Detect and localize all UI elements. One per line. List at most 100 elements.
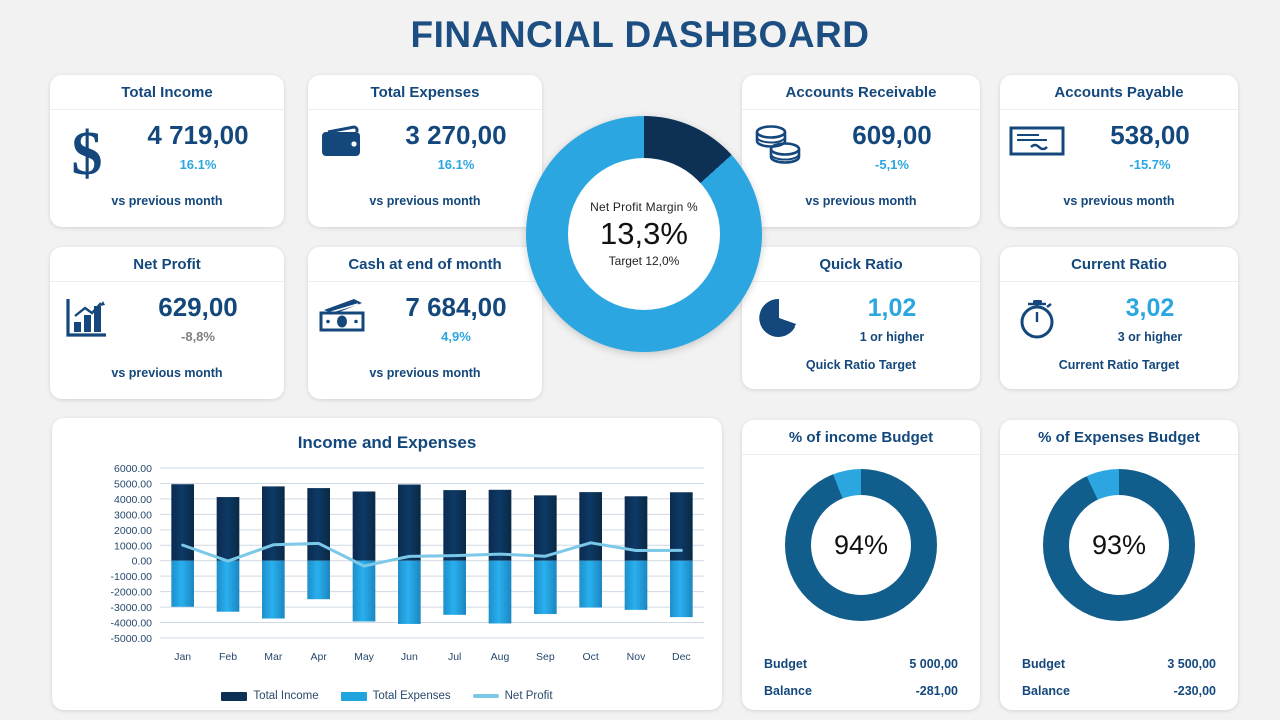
kpi-title: Net Profit	[50, 247, 284, 282]
net-profit-margin-label: Net Profit Margin %	[590, 200, 698, 215]
kpi-card-cash-at-end-of-month[interactable]: Cash at end of month 7 684,00 4,9% vs pr…	[308, 247, 542, 399]
kpi-card-current-ratio[interactable]: Current Ratio 3,02 3 or higher Current R…	[1000, 247, 1238, 389]
kpi-card-total-income[interactable]: Total Income $ 4 719,00 16.1% vs previou…	[50, 75, 284, 227]
budget-row: Budget 5 000,00	[764, 657, 958, 671]
kpi-body: 3 270,00 16.1% vs previous month	[308, 110, 542, 214]
kpi-title: Total Income	[50, 75, 284, 110]
legend-label: Total Income	[253, 690, 319, 702]
bar-chart-arrow-icon	[50, 290, 124, 338]
kpi-body: 629,00 -8,8% vs previous month	[50, 282, 284, 386]
kpi-body: 1,02 1 or higher Quick Ratio Target	[742, 282, 980, 378]
svg-text:Mar: Mar	[264, 651, 283, 663]
net-profit-margin-donut[interactable]: Net Profit Margin % 13,3% Target 12,0%	[526, 116, 762, 352]
kpi-title: Total Expenses	[308, 75, 542, 110]
kpi-body: 538,00 -15.7% vs previous month	[1000, 110, 1238, 214]
income-budget-donut[interactable]: 94%	[785, 469, 937, 621]
svg-text:Feb: Feb	[219, 651, 237, 663]
svg-text:1000.00: 1000.00	[114, 540, 152, 552]
wallet-icon	[308, 118, 382, 162]
kpi-delta: -8,8%	[181, 329, 215, 345]
budget-row-label: Budget	[1022, 657, 1066, 671]
kpi-values: 538,00 -15.7%	[1074, 118, 1238, 172]
kpi-value: 538,00	[1110, 120, 1190, 150]
budget-row: Balance -281,00	[764, 684, 958, 698]
kpi-footer: Current Ratio Target	[1058, 358, 1180, 372]
stopwatch-icon	[1000, 290, 1074, 342]
svg-text:2000.00: 2000.00	[114, 525, 152, 537]
svg-text:Dec: Dec	[672, 651, 691, 663]
budget-row-value: 3 500,00	[1167, 657, 1216, 671]
svg-text:Oct: Oct	[582, 651, 598, 663]
svg-text:Jun: Jun	[401, 651, 418, 663]
kpi-values: 629,00 -8,8%	[124, 290, 284, 344]
income-and-expenses-chart-card[interactable]: Income and Expenses 6000.00 5000.00 4000.0…	[52, 418, 722, 710]
kpi-delta: 16.1%	[179, 157, 217, 173]
budget-percent: 94%	[833, 529, 889, 560]
cheque-icon	[1000, 118, 1074, 158]
net-profit-margin-target: Target 12,0%	[608, 253, 680, 268]
kpi-title: Accounts Payable	[1000, 75, 1238, 110]
kpi-footer: vs previous month	[805, 194, 917, 208]
budget-title: % of income Budget	[742, 420, 980, 455]
svg-text:Aug: Aug	[491, 651, 510, 663]
kpi-card-accounts-payable[interactable]: Accounts Payable 538,00 -15.7% vs previo…	[1000, 75, 1238, 227]
kpi-title: Current Ratio	[1000, 247, 1238, 282]
net-profit-margin-value: 13,3%	[600, 216, 688, 252]
kpi-values: 1,02 1 or higher	[816, 290, 980, 345]
svg-text:3000.00: 3000.00	[114, 509, 152, 521]
chart-plot-area: 6000.00 5000.00 4000.00 3000.00 2000.00 1000.…	[52, 460, 722, 678]
kpi-delta: -15.7%	[1129, 157, 1171, 173]
kpi-delta: 16.1%	[437, 157, 475, 173]
svg-text:-2000.00: -2000.00	[111, 587, 153, 599]
budget-rows: Budget 3 500,00 Balance -230,00	[1000, 644, 1238, 698]
svg-text:-4000.00: -4000.00	[111, 618, 153, 630]
svg-text:5000.00: 5000.00	[114, 478, 152, 490]
chart-svg: 6000.00 5000.00 4000.00 3000.00 2000.00 1000.…	[111, 463, 704, 663]
svg-text:Nov: Nov	[627, 651, 646, 663]
kpi-values: 609,00 -5,1%	[816, 118, 980, 172]
legend-swatch	[221, 691, 248, 701]
svg-text:0.00: 0.00	[132, 556, 153, 568]
kpi-subtitle: 1 or higher	[859, 330, 925, 345]
kpi-card-total-expenses[interactable]: Total Expenses 3 270,00 16.1% vs previou…	[308, 75, 542, 227]
kpi-card-quick-ratio[interactable]: Quick Ratio 1,02 1 or higher Quick Ratio…	[742, 247, 980, 389]
chart-title: Income and Expenses	[297, 433, 477, 452]
svg-text:Jan: Jan	[174, 651, 191, 663]
kpi-footer: vs previous month	[111, 366, 223, 380]
budget-row-value: -230,00	[1173, 684, 1216, 698]
svg-text:-5000.00: -5000.00	[111, 633, 153, 645]
kpi-title: Cash at end of month	[308, 247, 542, 282]
legend-item[interactable]: Total Expenses	[340, 690, 451, 702]
kpi-body: 7 684,00 4,9% vs previous month	[308, 282, 542, 386]
budget-row-value: -281,00	[915, 684, 958, 698]
budget-row: Balance -230,00	[1022, 684, 1216, 698]
page-title: FINANCIAL DASHBOARD	[410, 14, 870, 55]
budget-card-income[interactable]: % of income Budget 94% Budget 5 000,00 B…	[742, 420, 980, 710]
kpi-footer: vs previous month	[369, 194, 481, 208]
budget-row-value: 5 000,00	[909, 657, 958, 671]
donut-center-label: 93%	[1069, 495, 1169, 595]
kpi-card-net-profit[interactable]: Net Profit 629,00 -8,8% vs previous mont…	[50, 247, 284, 399]
legend-item[interactable]: Total Income	[221, 690, 319, 702]
legend-item[interactable]: Net Profit	[472, 690, 553, 702]
svg-text:-1000.00: -1000.00	[111, 571, 153, 583]
legend-swatch	[340, 691, 367, 701]
budget-card-expenses[interactable]: % of Expenses Budget 93% Budget 3 500,00…	[1000, 420, 1238, 710]
kpi-title: Quick Ratio	[742, 247, 980, 282]
kpi-value: 1,02	[867, 294, 917, 322]
kpi-value: 629,00	[158, 292, 238, 322]
budget-rows: Budget 5 000,00 Balance -281,00	[742, 644, 980, 698]
kpi-body: $ 4 719,00 16.1% vs previous month	[50, 110, 284, 214]
kpi-body: 3,02 3 or higher Current Ratio Target	[1000, 282, 1238, 378]
kpi-delta: -5,1%	[875, 157, 909, 173]
kpi-footer: vs previous month	[111, 194, 223, 208]
budget-percent: 93%	[1091, 529, 1147, 560]
donut-center-label: 94%	[811, 495, 911, 595]
kpi-values: 3,02 3 or higher	[1074, 290, 1238, 345]
kpi-footer: Quick Ratio Target	[805, 358, 917, 372]
kpi-card-accounts-receivable[interactable]: Accounts Receivable 609,00 -5,1% vs prev…	[742, 75, 980, 227]
expenses-budget-donut[interactable]: 93%	[1043, 469, 1195, 621]
kpi-title: Accounts Receivable	[742, 75, 980, 110]
chart-legend: Total Income Total Expenses Net Profit	[52, 690, 722, 702]
kpi-footer: vs previous month	[369, 366, 481, 380]
